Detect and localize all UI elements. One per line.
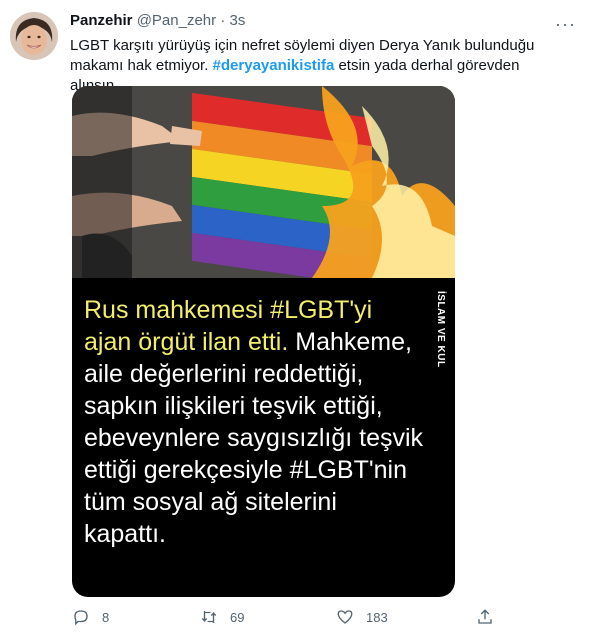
tweet[interactable]: Panzehir @Pan_zehr · 3s ··· LGBT karşıtı… [0,0,590,633]
author-handle[interactable]: @Pan_zehr [137,12,216,29]
author-name[interactable]: Panzehir [70,12,133,29]
avatar[interactable] [10,12,58,60]
tweet-text-part2: makamı hak etmiyor. [70,57,213,74]
action-bar: 8 69 183 [72,608,502,632]
retweet-icon [201,611,217,623]
like-button[interactable]: 183 [336,608,388,626]
caption-white-text: Mahkeme, aile değerlerini reddettiği, sa… [84,328,424,548]
avatar-image [10,12,58,60]
heart-icon [337,610,353,624]
tweet-media[interactable]: İSLAM VE KUL Rus mahkemesi #LGBT'yi ajan… [72,86,455,597]
hashtag-link[interactable]: #deryayanikistifa [213,57,335,74]
tweet-text-part1: LGBT karşıtı yürüyüş için nefret söylemi… [70,37,535,54]
retweet-count: 69 [230,609,245,625]
share-button[interactable] [476,608,494,626]
tweet-header: Panzehir @Pan_zehr · 3s [70,12,245,29]
like-count: 183 [366,609,388,625]
reply-button[interactable]: 8 [72,608,109,626]
separator-dot: · [220,12,226,29]
burning-flag-photo [72,86,455,278]
media-caption: Rus mahkemesi #LGBT'yi ajan örgüt ilan e… [84,294,424,550]
reply-icon [74,610,88,626]
more-options-icon[interactable]: ··· [555,14,576,35]
timestamp[interactable]: 3s [230,12,246,29]
watermark-text: İSLAM VE KUL [435,291,446,368]
retweet-button[interactable]: 69 [200,608,244,626]
reply-count: 8 [102,609,110,625]
share-icon [478,609,492,624]
